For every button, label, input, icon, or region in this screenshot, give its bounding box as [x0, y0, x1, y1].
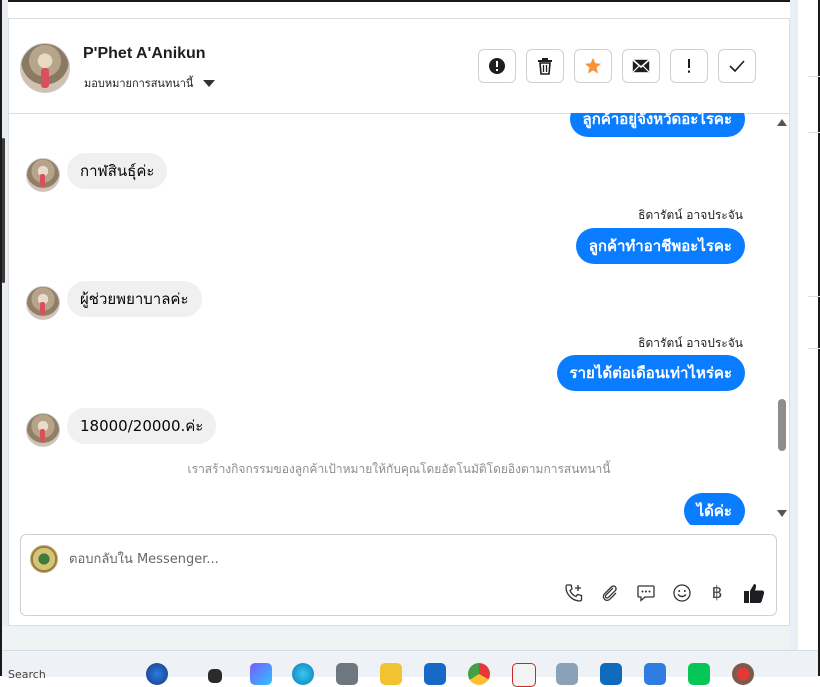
contact-avatar-small[interactable] — [26, 286, 60, 320]
taskbar-search[interactable]: Search — [8, 668, 46, 681]
contact-name[interactable]: P'Phet A'Anikun — [83, 45, 206, 63]
mark-unread-button[interactable] — [622, 49, 660, 83]
outgoing-message[interactable]: ได้ค่ะ — [683, 493, 745, 525]
copilot-icon[interactable] — [250, 663, 272, 685]
star-button[interactable] — [574, 49, 612, 83]
right-pane-divider — [808, 348, 820, 349]
right-pane-divider — [808, 76, 820, 77]
attach-button[interactable] — [598, 581, 622, 605]
scroll-down-arrow-icon[interactable] — [777, 510, 787, 517]
notepad-icon[interactable] — [644, 663, 666, 685]
trash-icon — [538, 58, 552, 75]
contact-avatar[interactable] — [20, 43, 70, 93]
reply-input[interactable] — [67, 547, 671, 571]
saved-replies-button[interactable] — [634, 581, 658, 605]
chrome-browser-icon[interactable] — [468, 663, 490, 685]
mark-spam-button[interactable] — [478, 49, 516, 83]
sender-name: ธิดารัตน์ อาจประจัน — [638, 208, 743, 222]
star-icon — [584, 57, 602, 74]
scroll-thumb[interactable] — [778, 399, 786, 451]
window-frame-top — [0, 0, 820, 2]
chat-bubble-icon — [637, 585, 655, 602]
paperclip-icon — [602, 585, 617, 602]
check-icon — [729, 60, 745, 72]
contact-avatar-small[interactable] — [26, 413, 60, 447]
phone-plus-icon — [565, 584, 583, 602]
exclamation-icon — [688, 59, 690, 73]
incoming-message[interactable]: ผู้ช่วยพยาบาลค่ะ — [67, 281, 202, 317]
emoji-button[interactable] — [670, 581, 694, 605]
calculator-icon[interactable] — [556, 663, 578, 685]
widgets-icon[interactable] — [146, 663, 168, 685]
camera-app-icon[interactable] — [336, 663, 358, 685]
file-explorer-icon[interactable] — [380, 663, 402, 685]
background-strip — [2, 626, 790, 650]
thumbs-up-icon — [744, 584, 765, 603]
delete-button[interactable] — [526, 49, 564, 83]
alert-icon — [489, 58, 505, 74]
sender-name: ธิดารัตน์ อาจประจัน — [638, 336, 743, 350]
outgoing-message[interactable]: ลูกค้าทำอาชีพอะไรคะ — [575, 228, 745, 264]
calendar-app-icon[interactable] — [512, 663, 536, 687]
mark-done-button[interactable] — [718, 49, 756, 83]
like-button[interactable] — [742, 581, 766, 605]
chevron-down-icon — [203, 79, 216, 87]
incoming-message[interactable]: กาฬสินธุ์ค่ะ — [67, 153, 168, 189]
incoming-message[interactable]: 18000/20000.ค่ะ — [67, 408, 217, 444]
envelope-icon — [632, 59, 650, 73]
follow-up-button[interactable] — [670, 49, 708, 83]
right-side-pane — [790, 0, 820, 650]
store-icon[interactable] — [424, 663, 446, 685]
right-pane-divider — [808, 296, 820, 297]
system-note: เราสร้างกิจกรรมของลูกค้าเป้าหมายให้กับคุ… — [187, 462, 611, 476]
baht-icon[interactable]: ฿ — [705, 581, 729, 605]
conversation-header: P'Phet A'Anikun มอบหมายการสนทนานี้ — [9, 19, 789, 114]
outgoing-message[interactable]: รายได้ต่อเดือนเท่าไหร่คะ — [556, 355, 745, 391]
contact-avatar-small[interactable] — [26, 158, 60, 192]
line-app-icon[interactable] — [688, 663, 710, 685]
edge-browser-icon[interactable] — [292, 663, 314, 685]
message-thread[interactable]: ลูกค้าอยู่จังหวัดอะไรคะ กาฬสินธุ์ค่ะ ธิด… — [9, 113, 789, 525]
profile-app-icon[interactable] — [732, 663, 754, 685]
assign-label: มอบหมายการสนทนานี้ — [84, 77, 194, 90]
scroll-up-arrow-icon[interactable] — [777, 119, 787, 126]
right-pane-divider — [808, 132, 820, 133]
call-button[interactable] — [562, 581, 586, 605]
assign-conversation-dropdown[interactable]: มอบหมายการสนทนานี้ — [84, 74, 216, 92]
conversation-panel: P'Phet A'Anikun มอบหมายการสนทนานี้ ลูกค้… — [8, 18, 790, 626]
page-avatar — [30, 545, 58, 573]
left-edge-scroll[interactable] — [2, 138, 5, 283]
windows-taskbar: Search — [2, 650, 818, 687]
chat-scrollbar[interactable] — [776, 113, 788, 525]
reply-composer: ฿ — [20, 534, 777, 616]
task-view-icon[interactable] — [208, 669, 222, 683]
smiley-icon — [673, 584, 691, 602]
outlook-icon[interactable] — [600, 663, 622, 685]
outgoing-message[interactable]: ลูกค้าอยู่จังหวัดอะไรคะ — [569, 113, 745, 137]
